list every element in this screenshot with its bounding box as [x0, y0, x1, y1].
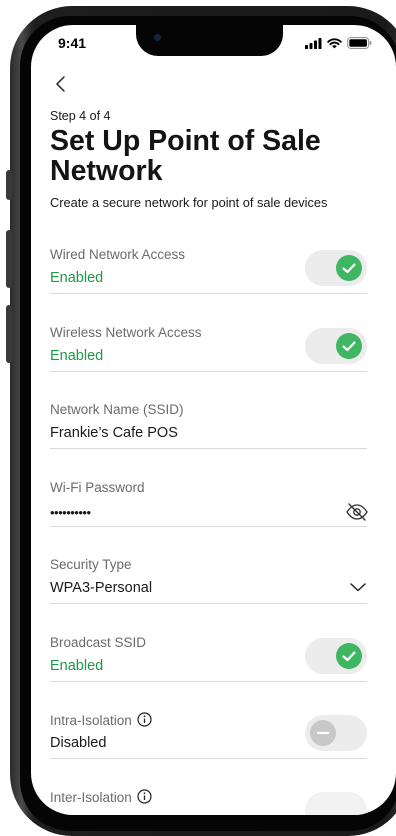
toggle-knob — [336, 255, 362, 281]
wifi-icon — [327, 37, 342, 48]
chevron-down-icon[interactable] — [349, 581, 367, 593]
info-icon[interactable] — [137, 712, 152, 727]
mute-switch — [6, 170, 12, 200]
minus-icon — [316, 731, 330, 735]
phone-screen: 9:41 Step 4 of 4 Set Up Point of Sale Ne… — [31, 25, 396, 815]
ssid-label: Network Name (SSID) — [50, 402, 184, 417]
inter-isolation-toggle[interactable] — [305, 792, 367, 815]
wireless-access-label: Wireless Network Access — [50, 325, 202, 340]
check-icon — [342, 341, 356, 352]
check-icon — [342, 263, 356, 274]
toggle-knob — [336, 643, 362, 669]
wired-access-label: Wired Network Access — [50, 247, 186, 262]
wireless-access-row: Wireless Network Access Enabled — [50, 325, 367, 372]
broadcast-ssid-row: Broadcast SSID Enabled — [50, 635, 367, 682]
toggle-knob — [310, 720, 336, 746]
volume-up-button — [6, 230, 12, 288]
password-value[interactable]: •••••••••• — [50, 505, 91, 520]
page-subtitle: Create a secure network for point of sal… — [50, 195, 328, 210]
security-type-label: Security Type — [50, 557, 132, 572]
ssid-value[interactable]: Frankie’s Cafe POS — [50, 425, 178, 441]
notch — [136, 25, 283, 56]
battery-icon — [347, 37, 372, 49]
status-icons — [305, 37, 372, 49]
camera — [154, 34, 161, 41]
check-icon — [342, 651, 356, 662]
wired-access-status: Enabled — [50, 270, 104, 286]
inter-isolation-label-wrap: Inter-Isolation — [50, 789, 152, 805]
wireless-access-status: Enabled — [50, 348, 104, 364]
wired-access-toggle[interactable] — [305, 250, 367, 286]
status-time: 9:41 — [58, 35, 87, 51]
page-title: Set Up Point of Sale Network — [50, 125, 321, 187]
password-field[interactable]: Wi-Fi Password •••••••••• — [50, 480, 369, 527]
inter-isolation-label: Inter-Isolation — [50, 790, 132, 805]
wired-access-row: Wired Network Access Enabled — [50, 247, 367, 294]
intra-isolation-label: Intra-Isolation — [50, 713, 132, 728]
toggle-knob — [336, 333, 362, 359]
volume-down-button — [6, 305, 12, 363]
intra-isolation-label-wrap: Intra-Isolation — [50, 712, 152, 728]
broadcast-ssid-status: Enabled — [50, 658, 104, 674]
broadcast-ssid-toggle[interactable] — [305, 638, 367, 674]
broadcast-ssid-label: Broadcast SSID — [50, 635, 147, 650]
intra-isolation-row: Intra-Isolation Disabled — [50, 712, 367, 759]
info-icon[interactable] — [137, 789, 152, 804]
step-indicator: Step 4 of 4 — [50, 109, 111, 123]
inter-isolation-row: Inter-Isolation — [50, 789, 367, 815]
ssid-field[interactable]: Network Name (SSID) Frankie’s Cafe POS — [50, 402, 367, 449]
password-label: Wi-Fi Password — [50, 480, 145, 495]
wireless-access-toggle[interactable] — [305, 328, 367, 364]
intra-isolation-status: Disabled — [50, 735, 107, 751]
security-type-select[interactable]: Security Type WPA3-Personal — [50, 557, 367, 604]
signal-icon — [305, 37, 322, 49]
security-type-value[interactable]: WPA3-Personal — [50, 580, 152, 596]
intra-isolation-toggle[interactable] — [305, 715, 367, 751]
back-arrow-icon[interactable] — [51, 73, 73, 95]
eye-off-icon[interactable] — [345, 502, 369, 522]
